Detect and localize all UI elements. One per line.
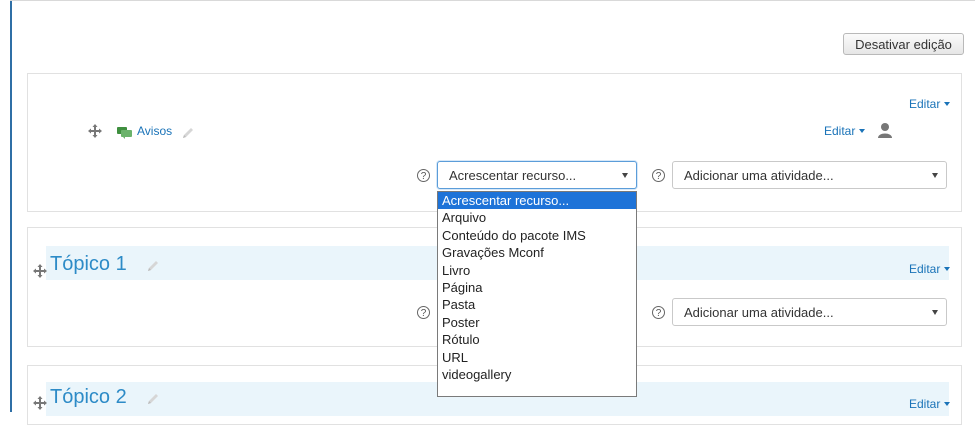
dropdown-option[interactable]: Arquivo [438, 209, 636, 226]
topic-1-edit-menu[interactable]: Editar [909, 262, 951, 276]
topic-2-title[interactable]: Tópico 2 [50, 386, 127, 409]
pencil-icon[interactable] [146, 392, 160, 406]
topic-2-edit-label: Editar [909, 397, 941, 411]
add-resource-select[interactable]: Acrescentar recurso... [437, 161, 637, 189]
pencil-icon[interactable] [146, 259, 160, 273]
topic-2-edit-menu[interactable]: Editar [909, 397, 951, 411]
topic-1-add-activity-select-value: Adicionar uma atividade... [684, 304, 834, 320]
topic-1-add-activity-select[interactable]: Adicionar uma atividade... [672, 298, 947, 326]
activity-edit-label: Editar [824, 124, 856, 138]
dropdown-option[interactable]: Rótulo [438, 331, 636, 348]
activity-link-avisos[interactable]: Avisos [137, 124, 172, 138]
dropdown-option[interactable]: Acrescentar recurso... [438, 192, 636, 210]
toggle-edit-button[interactable]: Desativar edição [843, 33, 964, 55]
chevron-down-icon [932, 310, 938, 315]
dropdown-option[interactable]: Página [438, 279, 636, 296]
move-icon[interactable] [33, 264, 47, 278]
section-general-edit-menu[interactable]: Editar [909, 97, 951, 111]
topic-1-title[interactable]: Tópico 1 [50, 253, 127, 276]
user-icon[interactable] [878, 122, 892, 138]
add-activity-select[interactable]: Adicionar uma atividade... [672, 161, 947, 189]
forum-icon [117, 126, 132, 139]
help-icon[interactable]: ? [652, 306, 665, 319]
topic-1-edit-label: Editar [909, 262, 941, 276]
dropdown-option[interactable]: Gravações Mconf [438, 244, 636, 261]
pencil-icon[interactable] [181, 126, 195, 140]
chevron-down-icon [944, 402, 951, 406]
dropdown-option[interactable]: URL [438, 349, 636, 366]
dropdown-option[interactable]: Conteúdo do pacote IMS [438, 227, 636, 244]
chevron-down-icon [944, 267, 951, 271]
chevron-down-icon [932, 173, 938, 178]
help-icon[interactable]: ? [652, 169, 665, 182]
page-left-border [10, 0, 12, 412]
help-icon[interactable]: ? [417, 306, 430, 319]
help-icon[interactable]: ? [417, 169, 430, 182]
dropdown-option[interactable]: Livro [438, 262, 636, 279]
section-edit-label: Editar [909, 97, 941, 111]
dropdown-option[interactable]: Poster [438, 314, 636, 331]
chevron-down-icon [859, 129, 866, 133]
page-top-border [10, 0, 975, 1]
dropdown-option[interactable]: videogallery [438, 366, 636, 383]
add-resource-dropdown[interactable]: Acrescentar recurso... Arquivo Conteúdo … [437, 191, 637, 397]
chevron-down-icon [944, 102, 951, 106]
add-activity-select-value: Adicionar uma atividade... [684, 167, 834, 183]
move-icon[interactable] [33, 396, 47, 410]
move-icon[interactable] [88, 124, 102, 138]
chevron-down-icon [622, 173, 628, 178]
activity-edit-menu[interactable]: Editar [824, 124, 866, 138]
dropdown-option[interactable]: Pasta [438, 296, 636, 313]
add-resource-select-value: Acrescentar recurso... [449, 167, 577, 183]
